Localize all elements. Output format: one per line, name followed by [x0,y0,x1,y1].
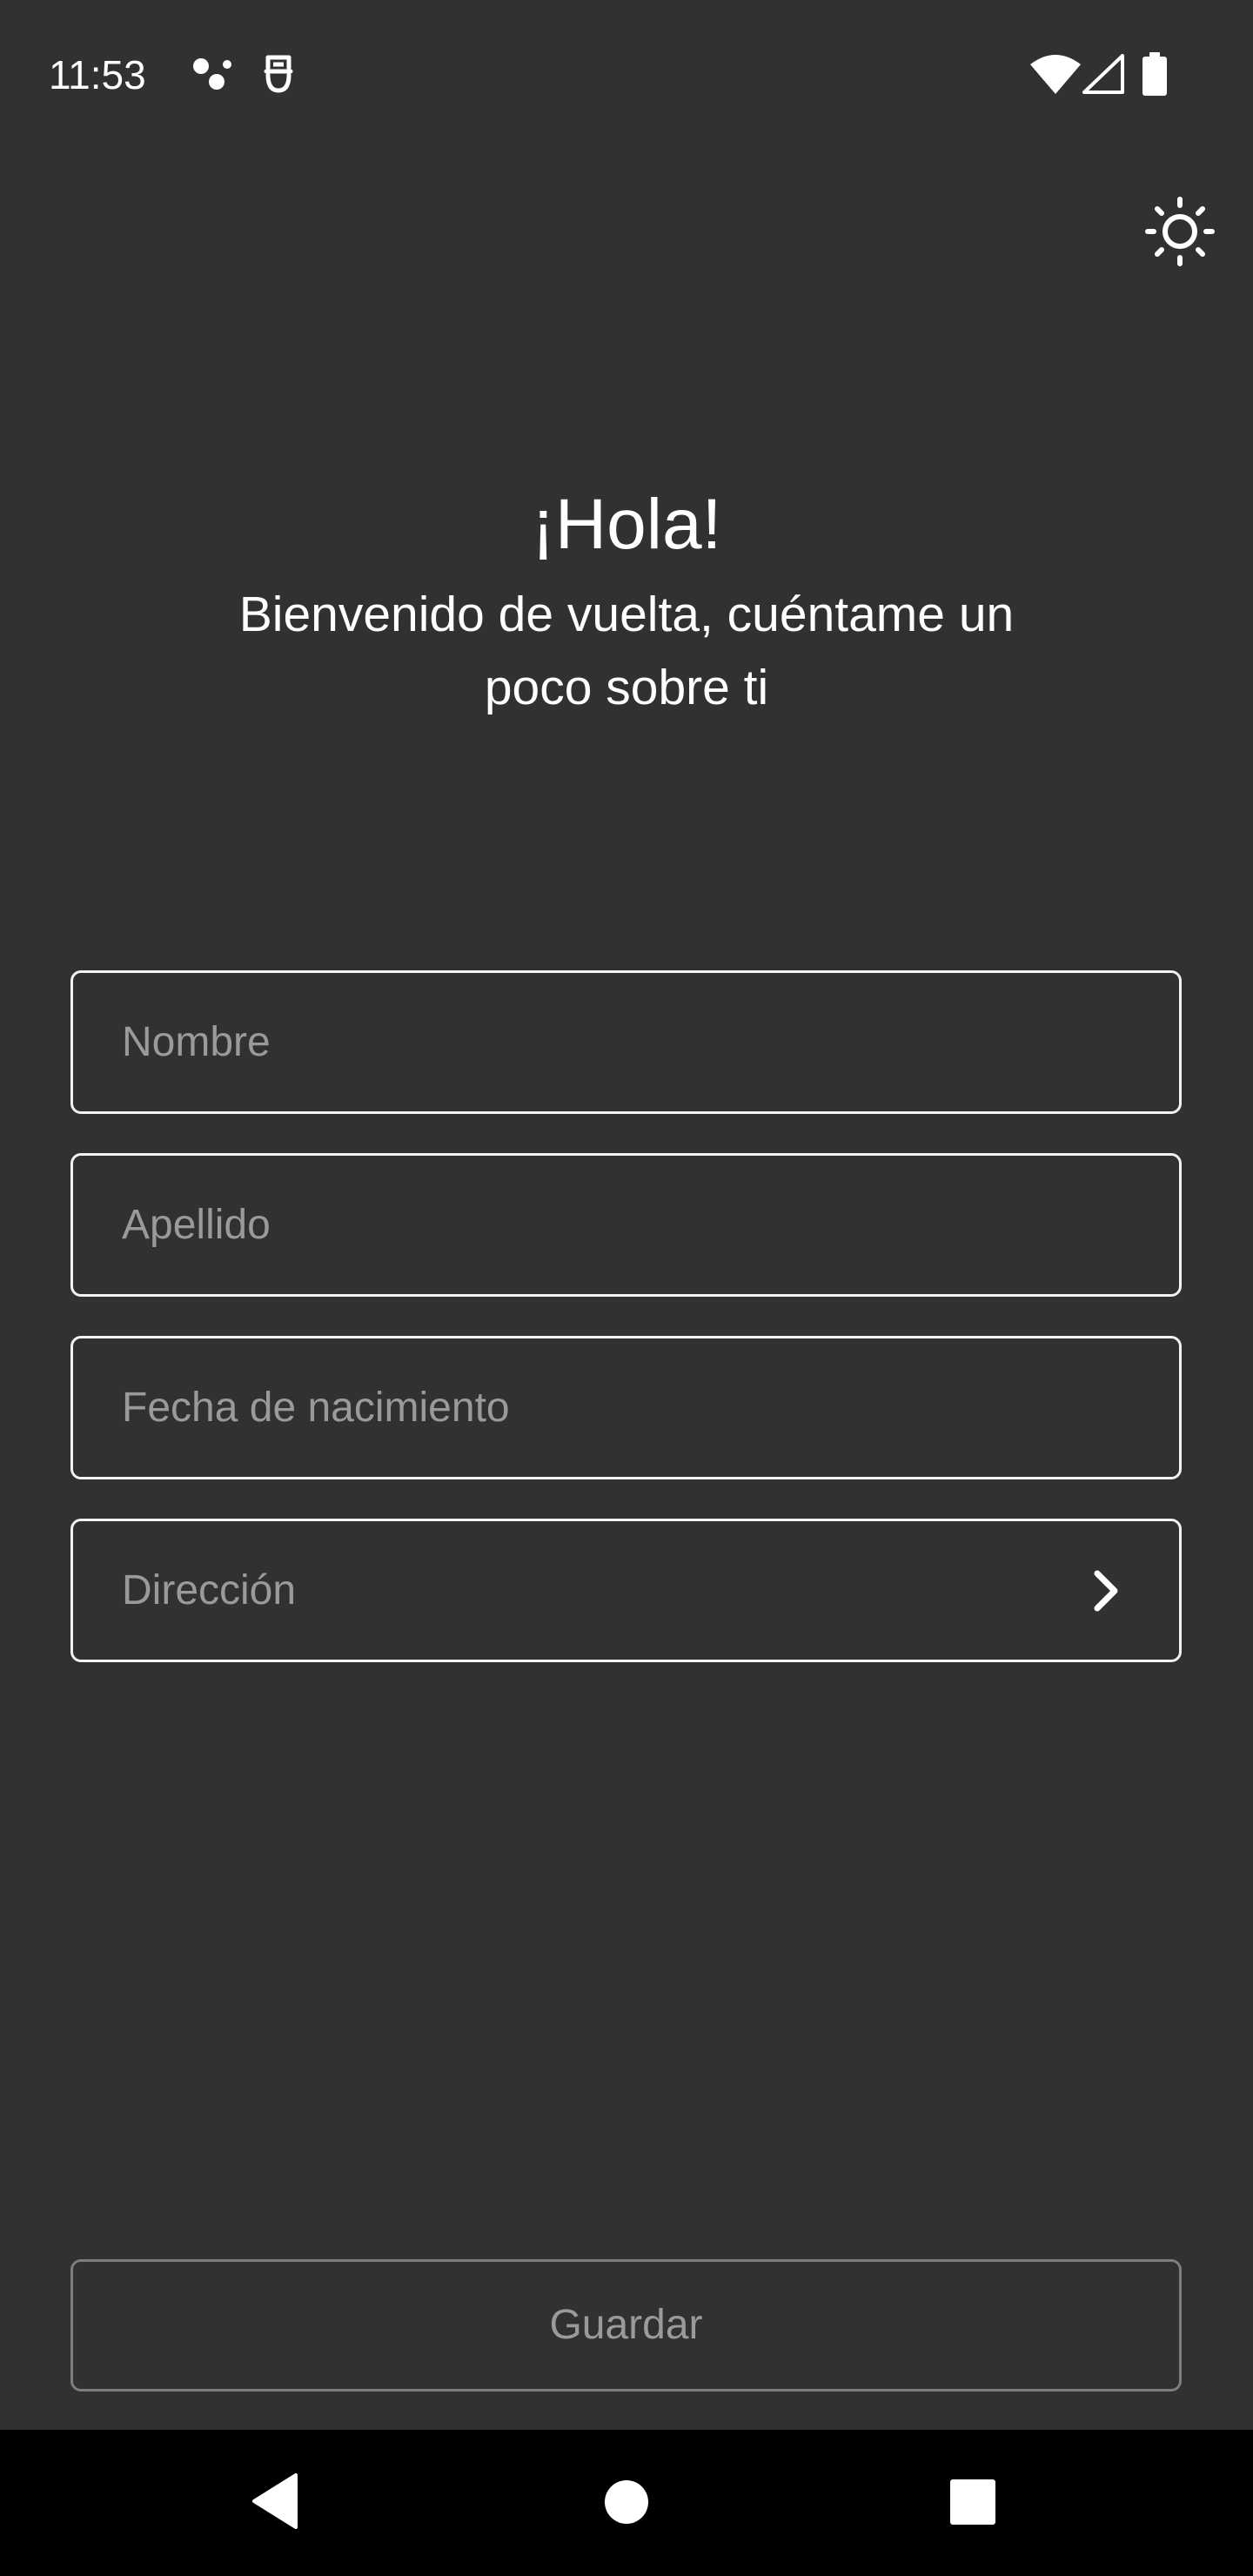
first-name-input[interactable] [122,973,1079,1111]
address-label: Dirección [122,1567,297,1613]
cellular-signal-icon [1082,54,1124,98]
battery-icon [1142,52,1168,100]
welcome-subtitle: Bienvenido de vuelta, cuéntame un poco s… [238,587,1015,715]
home-icon[interactable] [603,2479,650,2530]
theme-toggle-button[interactable] [1136,197,1223,266]
back-icon[interactable] [251,2473,299,2533]
chevron-right-icon [1085,1566,1129,1615]
status-time: 11:53 [49,52,146,97]
system-nav-bar [0,2430,1253,2576]
birth-date-field[interactable] [70,1336,1182,1479]
last-name-field[interactable] [70,1153,1182,1297]
save-button[interactable]: Guardar [70,2259,1182,2392]
sun-icon [1145,197,1215,271]
greeting-title: ¡Hola! [531,485,722,564]
wifi-icon [1030,54,1081,98]
last-name-input[interactable] [122,1156,1079,1294]
first-name-field[interactable] [70,970,1182,1114]
status-bar: 11:53 [0,0,1253,148]
assistant-dots-icon [190,54,233,97]
birth-date-input[interactable] [122,1338,1079,1477]
sim-toolkit-icon [261,52,296,100]
address-field[interactable]: Dirección [70,1519,1182,1662]
recents-icon[interactable] [949,2479,996,2530]
